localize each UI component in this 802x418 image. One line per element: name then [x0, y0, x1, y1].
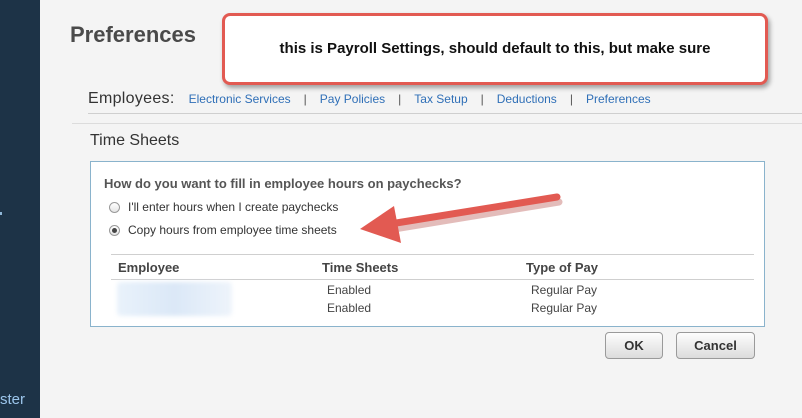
annotation-arrow-icon	[360, 193, 563, 243]
